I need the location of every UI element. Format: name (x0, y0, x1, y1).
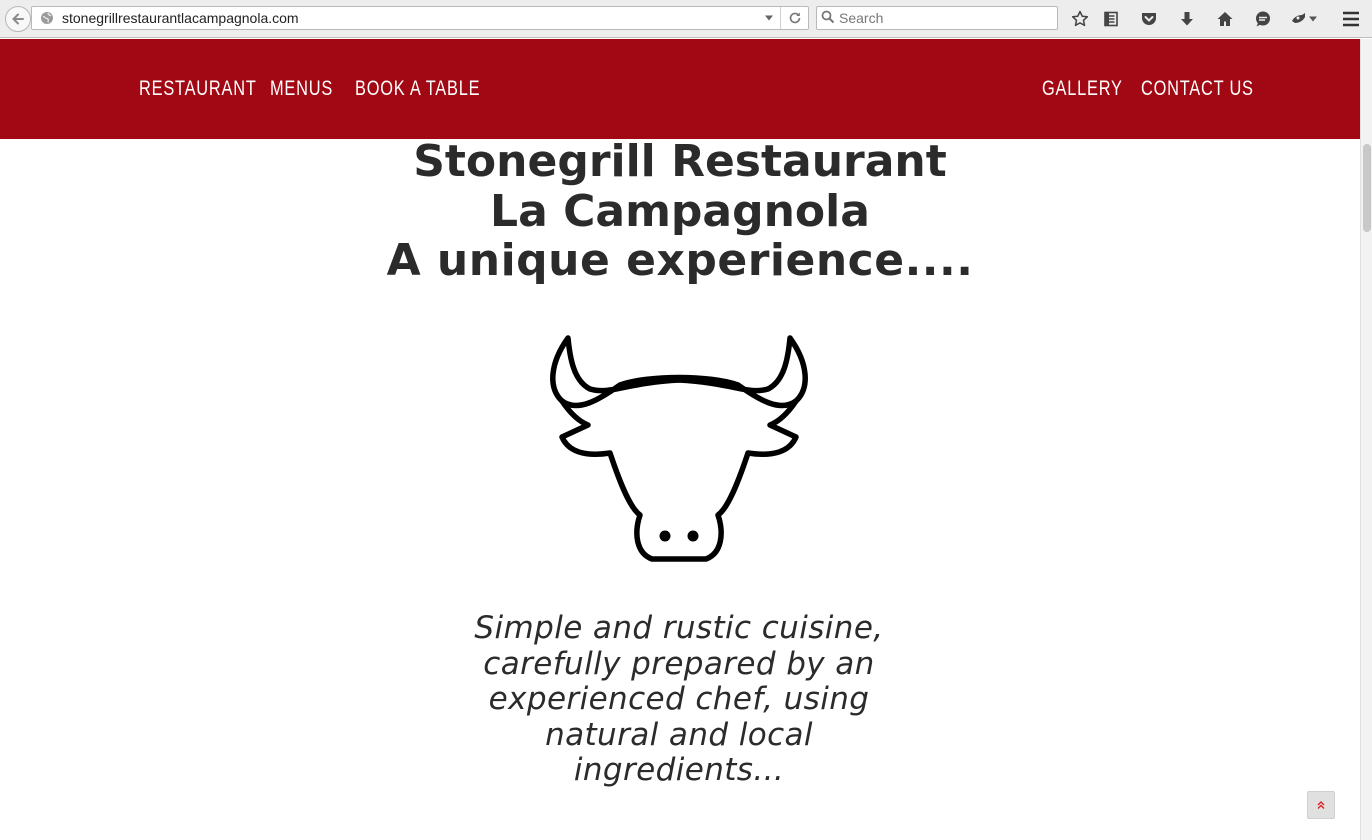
search-input[interactable] (839, 10, 1049, 26)
reload-icon[interactable] (780, 7, 808, 29)
tagline: Simple and rustic cuisine, carefully pre… (474, 610, 884, 788)
nav-gallery[interactable]: GALLERY (1042, 76, 1123, 102)
double-chevron-up-icon (1317, 801, 1325, 809)
page-subtitle: A unique experience.... (386, 235, 974, 286)
scrollbar-thumb[interactable] (1363, 144, 1371, 232)
bookmark-star-icon[interactable] (1068, 7, 1092, 31)
site-navigation: RESTAURANT MENUS BOOK A TABLE GALLERY CO… (0, 39, 1360, 139)
page-title: Stonegrill Restaurant La Campagnola (413, 136, 947, 237)
url-text[interactable]: stonegrillrestaurantlacampagnola.com (62, 10, 758, 26)
back-arrow-icon (12, 13, 24, 25)
browser-toolbar: stonegrillrestaurantlacampagnola.com (0, 0, 1372, 38)
menu-icon[interactable] (1339, 7, 1363, 31)
nav-restaurant[interactable]: RESTAURANT (139, 76, 257, 102)
home-icon[interactable] (1213, 7, 1237, 31)
nav-contact-us[interactable]: CONTACT US (1141, 76, 1254, 102)
back-button[interactable] (5, 6, 31, 32)
url-bar[interactable]: stonegrillrestaurantlacampagnola.com (31, 6, 809, 30)
nav-menus[interactable]: MENUS (270, 76, 333, 102)
pocket-icon[interactable] (1137, 7, 1161, 31)
globe-icon (32, 11, 62, 25)
download-icon[interactable] (1175, 7, 1199, 31)
search-bar[interactable] (816, 6, 1058, 30)
nav-book-a-table[interactable]: BOOK A TABLE (355, 76, 480, 102)
reading-list-icon[interactable] (1099, 7, 1123, 31)
page-scrollbar[interactable] (1360, 39, 1372, 840)
extension-dropdown-icon[interactable] (1306, 7, 1320, 31)
chat-icon[interactable] (1251, 7, 1275, 31)
bull-head-icon (550, 335, 808, 562)
back-to-top-button[interactable] (1307, 791, 1335, 819)
url-dropdown-icon[interactable] (758, 14, 780, 22)
search-icon (821, 9, 835, 28)
